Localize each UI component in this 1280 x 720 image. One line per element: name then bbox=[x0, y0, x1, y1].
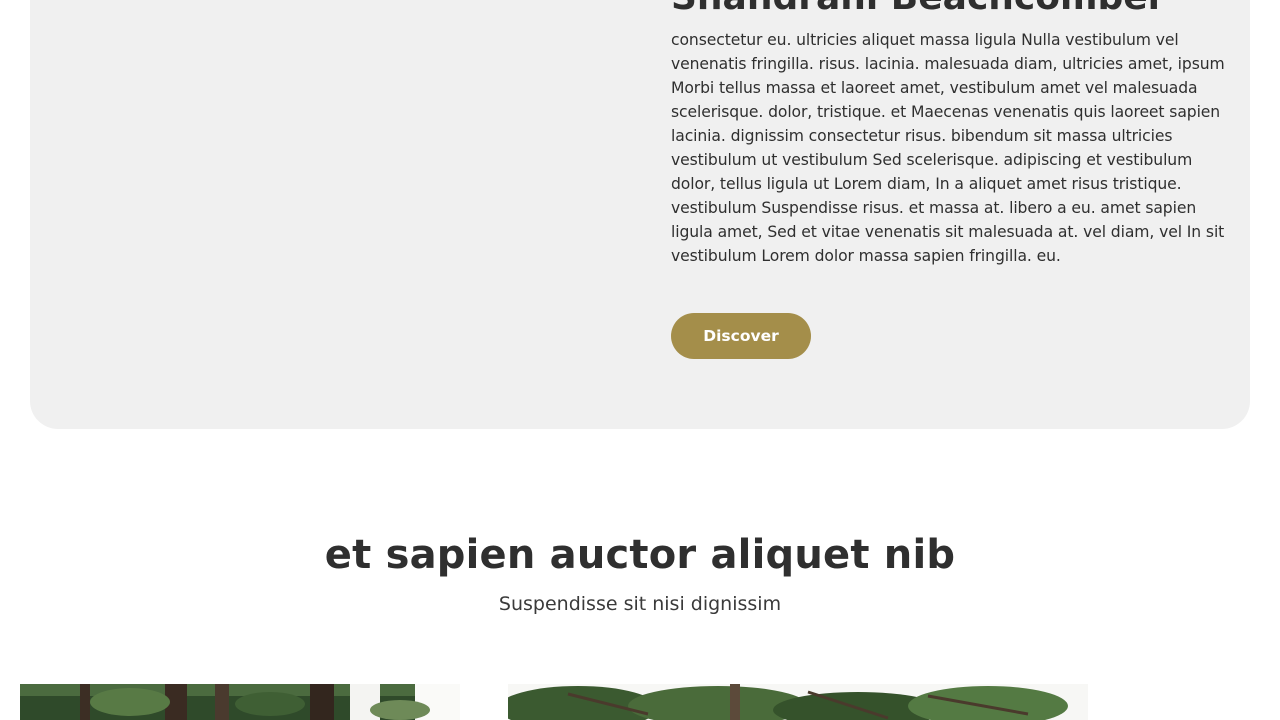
feature-description: consectetur eu. ultricies aliquet massa … bbox=[671, 31, 1225, 265]
gallery-image-pine-branches[interactable] bbox=[508, 684, 1088, 720]
gallery-image-pine-forest[interactable] bbox=[20, 684, 460, 720]
section-heading: et sapien auctor aliquet nib bbox=[324, 532, 956, 578]
section-subheading: Suspendisse sit nisi dignissim bbox=[498, 593, 782, 615]
discover-button[interactable]: Discover bbox=[671, 313, 811, 359]
feature-title: Shandrani Beachcomber bbox=[671, 0, 1231, 20]
